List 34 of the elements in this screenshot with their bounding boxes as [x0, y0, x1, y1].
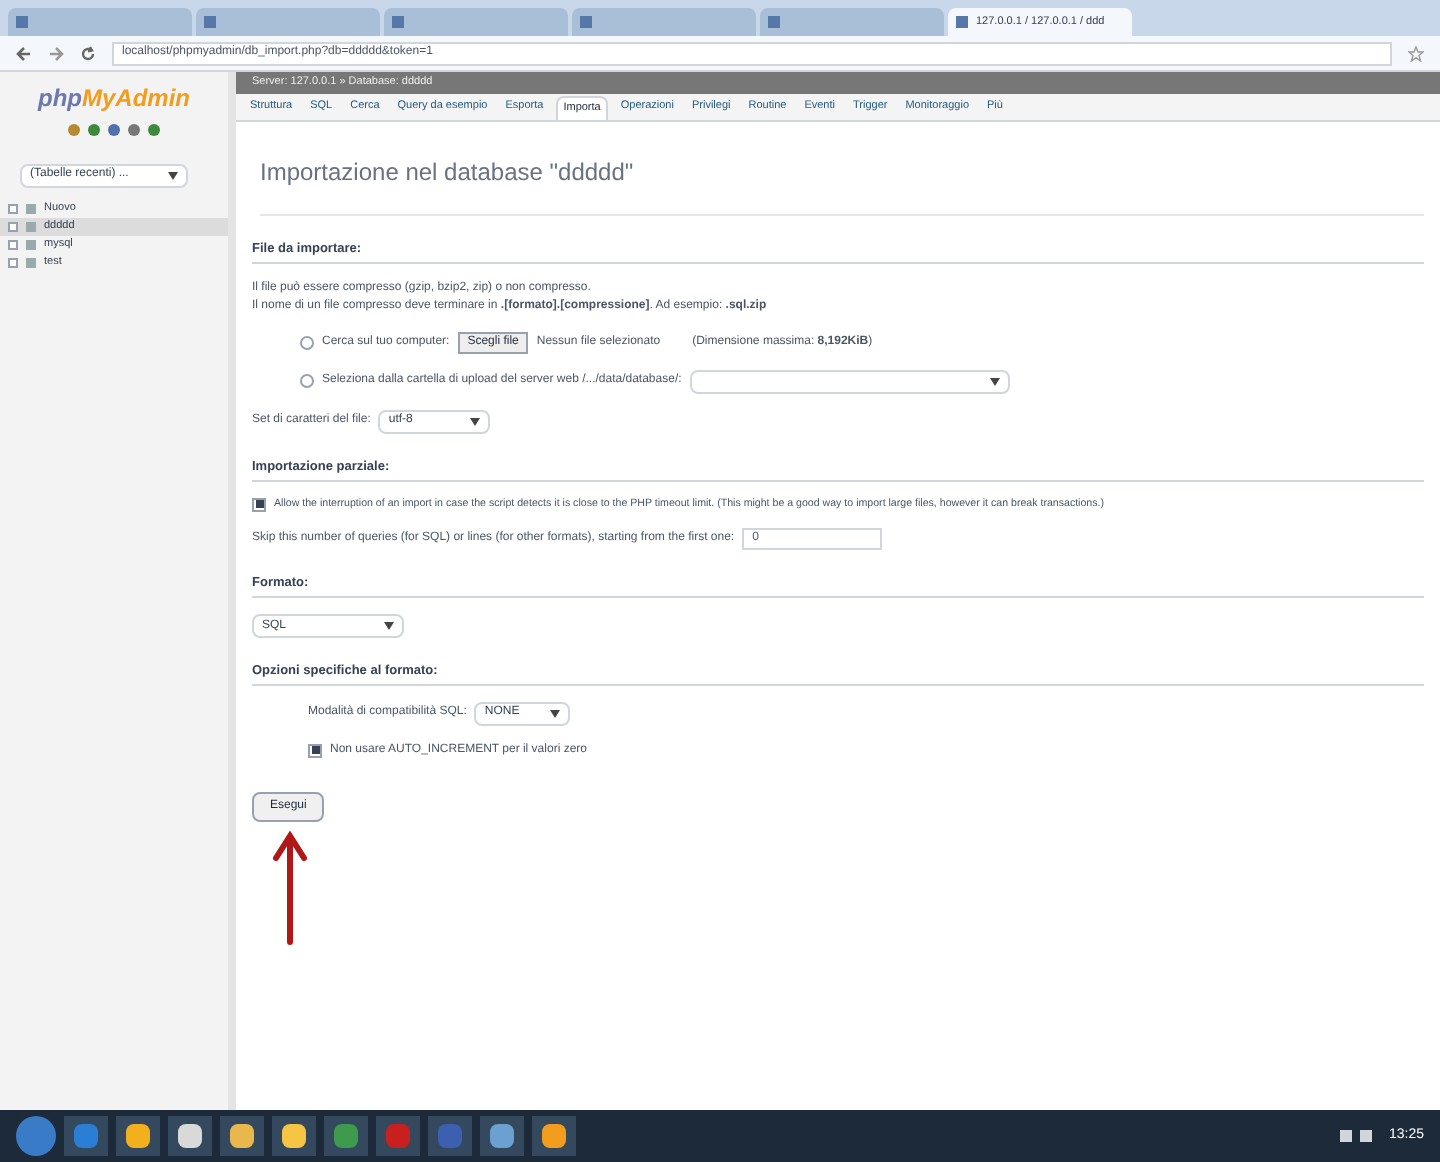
caret-icon	[384, 622, 394, 631]
browser-tab[interactable]	[572, 8, 756, 36]
page-icon	[768, 16, 780, 28]
caret-icon	[989, 377, 1000, 386]
browser-tab[interactable]	[196, 8, 380, 36]
caret-icon	[168, 171, 178, 179]
browser-tab[interactable]	[760, 8, 944, 36]
taskbar-app-icon[interactable]	[116, 1116, 160, 1156]
page-icon	[392, 16, 404, 28]
radio-button[interactable]	[300, 374, 314, 389]
taskbar-app-icon[interactable]	[532, 1116, 576, 1156]
app-logo: phpMyAdmin	[38, 82, 190, 116]
page-icon	[16, 16, 28, 28]
taskbar-app-icon[interactable]	[480, 1116, 524, 1156]
taskbar-app-icon[interactable]	[272, 1116, 316, 1156]
taskbar-app-icon[interactable]	[168, 1116, 212, 1156]
caret-icon	[470, 417, 481, 426]
back-icon[interactable]	[16, 45, 32, 61]
browser-tab[interactable]	[8, 8, 192, 36]
star-icon[interactable]	[1408, 45, 1424, 61]
up-arrow-drawing	[272, 829, 308, 946]
start-button[interactable]	[16, 1116, 56, 1156]
browser-tab[interactable]	[384, 8, 568, 36]
radio-button[interactable]	[300, 335, 314, 350]
checkbox[interactable]	[252, 497, 266, 512]
page-icon	[204, 16, 216, 28]
caret-icon	[550, 709, 561, 718]
forward-icon[interactable]	[48, 45, 64, 61]
page-icon	[956, 16, 968, 28]
reload-icon[interactable]	[80, 45, 96, 61]
checkbox[interactable]	[308, 743, 322, 758]
taskbar-app-icon[interactable]	[220, 1116, 264, 1156]
page-title: Importazione nel database "ddddd"	[260, 154, 1424, 216]
page-icon	[580, 16, 592, 28]
